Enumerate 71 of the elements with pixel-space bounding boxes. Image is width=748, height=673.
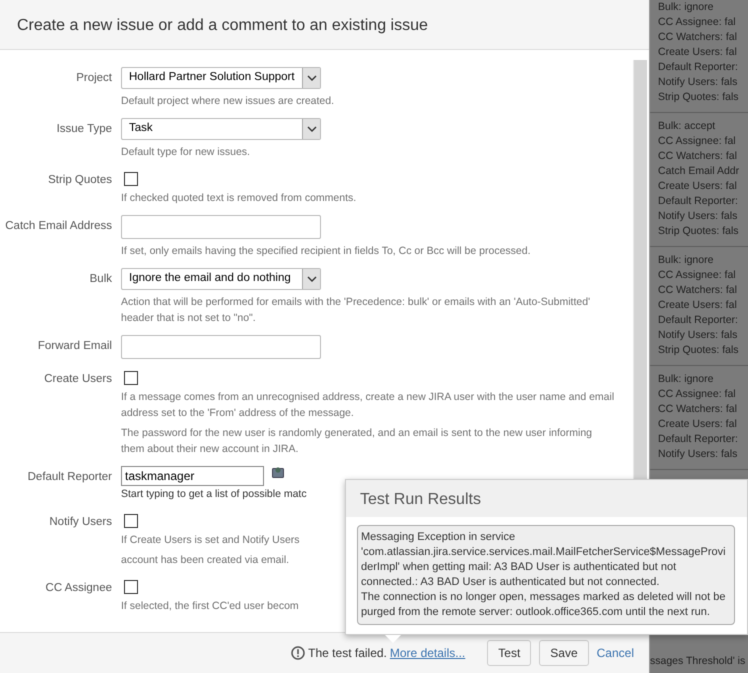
dropdown[interactable]: Ignore the email and do nothing [121,268,321,290]
background-text: Create Users: fal [658,45,737,60]
dialog-title: Create a new issue or add a comment to an existing issue [17,16,429,36]
help-text: If set, only emails having the specified recipient in fields To, Cc or Bcc will be processed. [121,244,530,259]
background-text: Notify Users: fals [658,209,738,224]
field-label: Strip Quotes [47,173,113,188]
background-text: CC Watchers: fal [658,283,737,298]
background-text: CC Assignee: fal [658,268,736,283]
cancel-link[interactable]: Cancel [596,644,634,662]
field-label: CC Assignee [44,581,113,596]
background-text: Default Reporter: [658,60,738,75]
field-label: Notify Users [48,515,113,530]
error-message: The connection is no longer open, messages marked as deleted will not be purged from the remote server: outlook.office365.com until the next run. [361,590,726,620]
background-text: Notify Users: fals [658,447,738,462]
background-text: Bulk: ignore [658,372,714,387]
dropdown[interactable]: Task [121,118,321,140]
help-text: If Create Users is set and Notify Users [121,533,300,548]
field-label: Catch Email Address [4,219,113,234]
checkbox[interactable] [124,371,138,385]
text-field[interactable] [121,215,321,239]
background-text: Bulk: ignore [658,253,714,268]
more-details-link[interactable]: More details... [390,644,466,662]
help-text: Action that will be performed for emails with the 'Precedence: bulk' or emails with an 'Auto-Submitted' header that is not set to "no". [121,295,592,326]
button[interactable]: Save [539,640,589,666]
checkbox[interactable] [124,580,138,594]
background-text: CC Watchers: fal [658,149,737,164]
background-text: Notify Users: fals [658,75,738,90]
background-text: Bulk: accept [658,119,716,134]
field-label: Default Reporter [26,470,113,485]
background-text: CC Assignee: fal [658,387,736,402]
help-text: Default type for new issues. [121,145,250,160]
help-text: Start typing to get a list of possible matc [121,487,307,502]
popup-title: Test Run Results [346,480,747,517]
field-label: Issue Type [56,122,113,137]
error-message: Messaging Exception in service 'com.atlassian.jira.service.services.mail.MailFetcherService$MessageProviderImpl' when getting mail: A3 BAD User is authenticated but not connected.: A3 BAD User is authenticated but not connected. [361,530,727,590]
status-text: The test failed. [308,645,387,662]
help-text: If a message comes from an unrecognised address, create a new JIRA user with the user name and email address set to the 'From' address of the message. [121,390,616,421]
button[interactable]: Test [487,640,532,666]
exclamation-icon [291,646,306,660]
background-text: Strip Quotes: fals [658,224,739,239]
help-text: The password for the new user is randomly generated, and an email is sent to the new user informing them about their new account in JIRA. [121,426,593,457]
dropdown[interactable]: Hollard Partner Solution Support [121,67,321,89]
background-text: Strip Quotes: fals [658,90,739,105]
background-text: Default Reporter: [658,313,738,328]
background-text: ssages Threshold' is [650,654,746,670]
field-label: Project [75,71,113,86]
background-text: Default Reporter: [658,432,738,447]
field-label: Bulk [88,272,113,287]
background-text: Create Users: fal [658,417,737,432]
background-text: Default Reporter: [658,194,738,209]
background-text: Notify Users: fals [658,328,738,343]
background-text: Catch Email Addr [658,164,740,179]
help-text: Default project where new issues are created. [121,94,334,109]
background-text: Bulk: ignore [658,0,714,15]
background-text: Create Users: fal [658,298,737,313]
field-label: Forward Email [36,339,113,354]
background-text: CC Assignee: fal [658,134,736,149]
field-label: Create Users [43,372,113,387]
help-text: If selected, the first CC'ed user becom [121,599,299,614]
background-text: CC Watchers: fal [658,402,737,417]
background-text: Strip Quotes: fals [658,343,739,358]
user-field[interactable]: taskmanager [121,466,264,486]
help-text: If checked quoted text is removed from comments. [121,191,356,206]
background-text: CC Assignee: fal [658,15,736,30]
background-text: CC Watchers: fal [658,30,737,45]
help-text: account has been created via email. [121,553,290,568]
person-icon [272,466,284,478]
checkbox[interactable] [124,172,138,186]
checkbox[interactable] [124,514,138,528]
background-text: Create Users: fal [658,179,737,194]
text-field[interactable] [121,335,321,359]
